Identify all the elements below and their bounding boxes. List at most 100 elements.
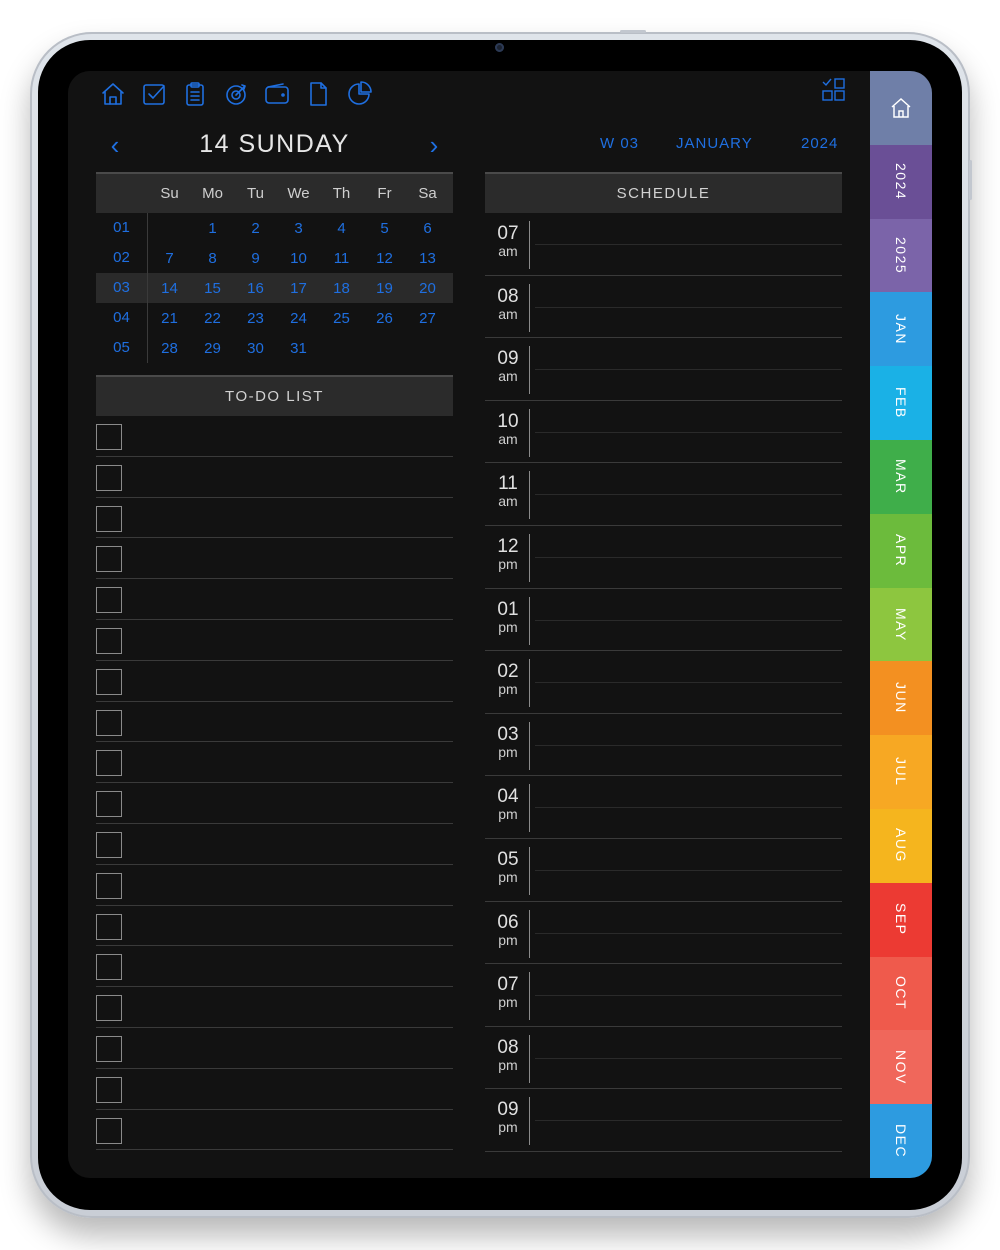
calendar-day[interactable]: 26 (363, 310, 406, 327)
schedule-slot[interactable]: 09 am (485, 338, 842, 401)
todo-checkbox[interactable] (96, 913, 122, 940)
tab-nov[interactable]: NOV (870, 1030, 932, 1105)
week-number[interactable]: 03 (96, 273, 148, 303)
calendar-day[interactable]: 23 (234, 310, 277, 327)
week-number[interactable]: 01 (96, 213, 148, 243)
tab-jul[interactable]: JUL (870, 735, 932, 809)
calendar-day[interactable]: 30 (234, 340, 277, 357)
calendar-day[interactable]: 19 (363, 280, 406, 297)
calendar-day[interactable]: 3 (277, 220, 320, 237)
tab-aug[interactable]: AUG (870, 808, 932, 883)
todo-checkbox[interactable] (96, 831, 122, 858)
todo-item[interactable] (96, 906, 453, 947)
calendar-day[interactable]: 24 (277, 310, 320, 327)
calendar-day[interactable]: 9 (234, 250, 277, 267)
pie-chart-icon[interactable] (344, 76, 374, 112)
todo-checkbox[interactable] (96, 424, 122, 450)
schedule-slot[interactable]: 06 pm (485, 902, 842, 965)
calendar-week-row[interactable]: 03 14 15 16 17 18 19 20 (96, 273, 453, 303)
todo-checkbox[interactable] (96, 995, 122, 1022)
month-link[interactable]: JANUARY (676, 135, 753, 152)
week-number[interactable]: 05 (96, 333, 148, 363)
wallet-icon[interactable] (262, 76, 292, 112)
todo-checkbox[interactable] (96, 546, 122, 573)
schedule-slot[interactable]: 12 pm (485, 526, 842, 589)
calendar-day[interactable]: 8 (191, 250, 234, 267)
schedule-slot[interactable]: 07 pm (485, 964, 842, 1027)
schedule-slot[interactable]: 10 am (485, 401, 842, 464)
calendar-week-row[interactable]: 02 7 8 9 10 11 12 13 (96, 243, 453, 273)
tab-apr[interactable]: APR (870, 513, 932, 588)
todo-checkbox[interactable] (96, 505, 122, 532)
todo-checkbox[interactable] (96, 709, 122, 736)
tab-2024[interactable]: 2024 (870, 144, 932, 219)
calendar-day[interactable]: 12 (363, 250, 406, 267)
calendar-day[interactable]: 14 (148, 280, 191, 297)
todo-checkbox[interactable] (96, 872, 122, 899)
calendar-week-row[interactable]: 01 1 2 3 4 5 6 (96, 213, 453, 243)
goals-icon[interactable] (221, 76, 251, 112)
calendar-day[interactable]: 13 (406, 250, 449, 267)
calendar-day[interactable]: 22 (191, 310, 234, 327)
todo-item[interactable] (96, 987, 453, 1028)
calendar-day[interactable]: 4 (320, 220, 363, 237)
week-number[interactable]: 04 (96, 303, 148, 333)
todo-item[interactable] (96, 824, 453, 865)
schedule-slot[interactable]: 07 am (485, 213, 842, 276)
home-icon[interactable] (98, 76, 128, 112)
calendar-day[interactable]: 7 (148, 250, 191, 267)
todo-item[interactable] (96, 1110, 453, 1151)
todo-checkbox[interactable] (96, 1035, 122, 1062)
next-day-button[interactable]: › (422, 131, 446, 161)
schedule-slot[interactable]: 08 am (485, 276, 842, 339)
document-icon[interactable] (303, 76, 333, 112)
schedule-slot[interactable]: 03 pm (485, 714, 842, 777)
calendar-day[interactable]: 20 (406, 280, 449, 297)
task-icon[interactable] (139, 76, 169, 112)
todo-item[interactable] (96, 1028, 453, 1069)
year-link[interactable]: 2024 (801, 135, 838, 152)
calendar-day[interactable]: 27 (406, 310, 449, 327)
todo-item[interactable] (96, 783, 453, 824)
todo-item[interactable] (96, 498, 453, 539)
todo-checkbox[interactable] (96, 750, 122, 777)
tab-oct[interactable]: OCT (870, 956, 932, 1031)
tab-sep[interactable]: SEP (870, 882, 932, 957)
calendar-day[interactable]: 21 (148, 310, 191, 327)
todo-item[interactable] (96, 661, 453, 702)
schedule-slot[interactable]: 11 am (485, 463, 842, 526)
schedule-slot[interactable]: 05 pm (485, 839, 842, 902)
calendar-day[interactable]: 31 (277, 340, 320, 357)
todo-item[interactable] (96, 457, 453, 498)
tab-jun[interactable]: JUN (870, 661, 932, 736)
tab-may[interactable]: MAY (870, 587, 932, 662)
todo-item[interactable] (96, 620, 453, 661)
schedule-slot[interactable]: 08 pm (485, 1027, 842, 1090)
calendar-day[interactable]: 17 (277, 280, 320, 297)
tab-home[interactable] (870, 71, 932, 145)
todo-item[interactable] (96, 702, 453, 743)
todo-checkbox[interactable] (96, 668, 122, 695)
todo-item[interactable] (96, 416, 453, 457)
schedule-slot[interactable]: 04 pm (485, 776, 842, 839)
todo-item[interactable] (96, 946, 453, 988)
schedule-slot[interactable]: 09 pm (485, 1089, 842, 1152)
calendar-day[interactable]: 6 (406, 220, 449, 237)
calendar-day[interactable]: 1 (191, 220, 234, 237)
week-number[interactable]: 02 (96, 243, 148, 273)
todo-item[interactable] (96, 1069, 453, 1110)
todo-checkbox[interactable] (96, 464, 122, 491)
notes-icon[interactable] (180, 76, 210, 112)
todo-checkbox[interactable] (96, 1117, 122, 1144)
calendar-week-row[interactable]: 04 21 22 23 24 25 26 27 (96, 303, 453, 333)
schedule-slot[interactable]: 02 pm (485, 651, 842, 714)
todo-checkbox[interactable] (96, 587, 122, 614)
calendar-day[interactable]: 16 (234, 280, 277, 297)
todo-item[interactable] (96, 742, 453, 784)
tab-mar[interactable]: MAR (870, 439, 932, 514)
tab-feb[interactable]: FEB (870, 366, 932, 440)
calendar-week-row[interactable]: 05 28 29 30 31 (96, 333, 453, 363)
calendar-day[interactable]: 18 (320, 280, 363, 297)
todo-checkbox[interactable] (96, 627, 122, 654)
todo-checkbox[interactable] (96, 954, 122, 981)
